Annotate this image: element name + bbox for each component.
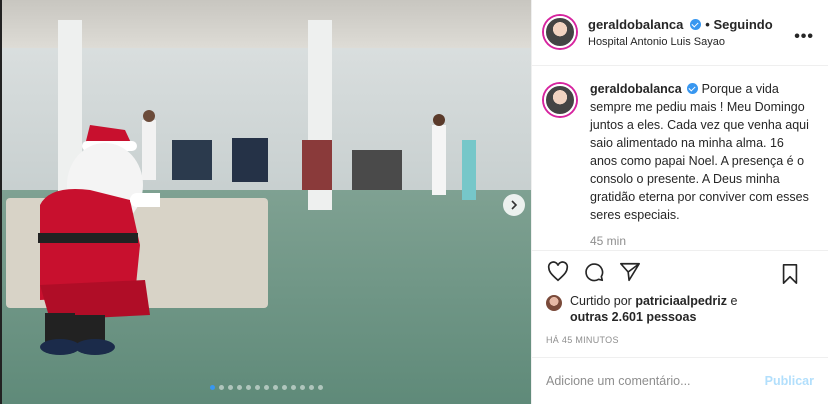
post-timestamp[interactable]: HÁ 45 MINUTOS: [532, 325, 828, 357]
author-username[interactable]: geraldobalanca: [588, 17, 683, 32]
likes-others-link[interactable]: outras 2.601 pessoas: [570, 310, 696, 324]
carousel-dot: [255, 385, 260, 390]
likes-prefix: Curtido por: [570, 293, 636, 308]
save-button[interactable]: [778, 262, 802, 286]
carousel-dot: [282, 385, 287, 390]
likes-summary: Curtido por patriciaalpedriz e outras 2.…: [532, 293, 828, 325]
ellipsis-icon[interactable]: •••: [794, 28, 814, 46]
carousel-next-button[interactable]: [503, 194, 525, 216]
follow-status-button[interactable]: Seguindo: [713, 17, 772, 32]
likes-mid: e: [727, 293, 738, 308]
author-block: geraldobalanca • Seguindo Hospital Anton…: [588, 16, 773, 48]
carousel-dot: [228, 385, 233, 390]
paper-plane-icon: [620, 262, 640, 281]
heart-icon: [547, 260, 569, 282]
carousel-dot: [273, 385, 278, 390]
post-header: geraldobalanca • Seguindo Hospital Anton…: [532, 0, 828, 66]
chevron-right-icon: [511, 200, 518, 210]
photo-people-group: [142, 110, 476, 200]
share-button[interactable]: [618, 260, 642, 284]
comment-icon: [585, 263, 604, 282]
carousel-indicator: [2, 385, 531, 390]
comment-button[interactable]: [582, 260, 606, 284]
carousel-dot: [309, 385, 314, 390]
bookmark-icon: [782, 263, 798, 284]
likes-text: Curtido por patriciaalpedriz e outras 2.…: [570, 293, 737, 325]
action-bar: [532, 249, 828, 293]
caption: geraldobalanca Porque a vida sempre me p…: [590, 80, 812, 250]
publish-button[interactable]: Publicar: [765, 374, 814, 388]
liker-avatar[interactable]: [546, 294, 562, 311]
carousel-dot: [318, 385, 323, 390]
caption-author[interactable]: geraldobalanca: [590, 82, 682, 96]
carousel-dot: [291, 385, 296, 390]
like-button[interactable]: [546, 260, 570, 284]
post-photo[interactable]: [2, 0, 531, 404]
post-sidebar: geraldobalanca • Seguindo Hospital Anton…: [531, 0, 828, 404]
carousel-dot: [219, 385, 224, 390]
liker-username[interactable]: patriciaalpedriz: [635, 294, 727, 308]
post-location[interactable]: Hospital Antonio Luis Sayao: [588, 36, 773, 48]
carousel-dot: [237, 385, 242, 390]
verified-badge-icon: [689, 19, 701, 31]
caption-area: geraldobalanca Porque a vida sempre me p…: [532, 66, 828, 250]
instagram-post: geraldobalanca • Seguindo Hospital Anton…: [2, 0, 828, 404]
carousel-dot: [300, 385, 305, 390]
comment-form: Publicar: [532, 356, 828, 404]
verified-badge-icon: [687, 82, 699, 94]
caption-author-avatar[interactable]: [544, 83, 576, 116]
caption-time: 45 min: [590, 233, 627, 248]
carousel-dot: [246, 385, 251, 390]
author-avatar[interactable]: [544, 16, 576, 49]
caption-text: Porque a vida sempre me pediu mais ! Meu…: [590, 81, 809, 222]
photo-santa-claus: [38, 125, 160, 355]
comment-input[interactable]: [546, 373, 765, 388]
carousel-dot: [210, 385, 215, 390]
carousel-dot: [264, 385, 269, 390]
